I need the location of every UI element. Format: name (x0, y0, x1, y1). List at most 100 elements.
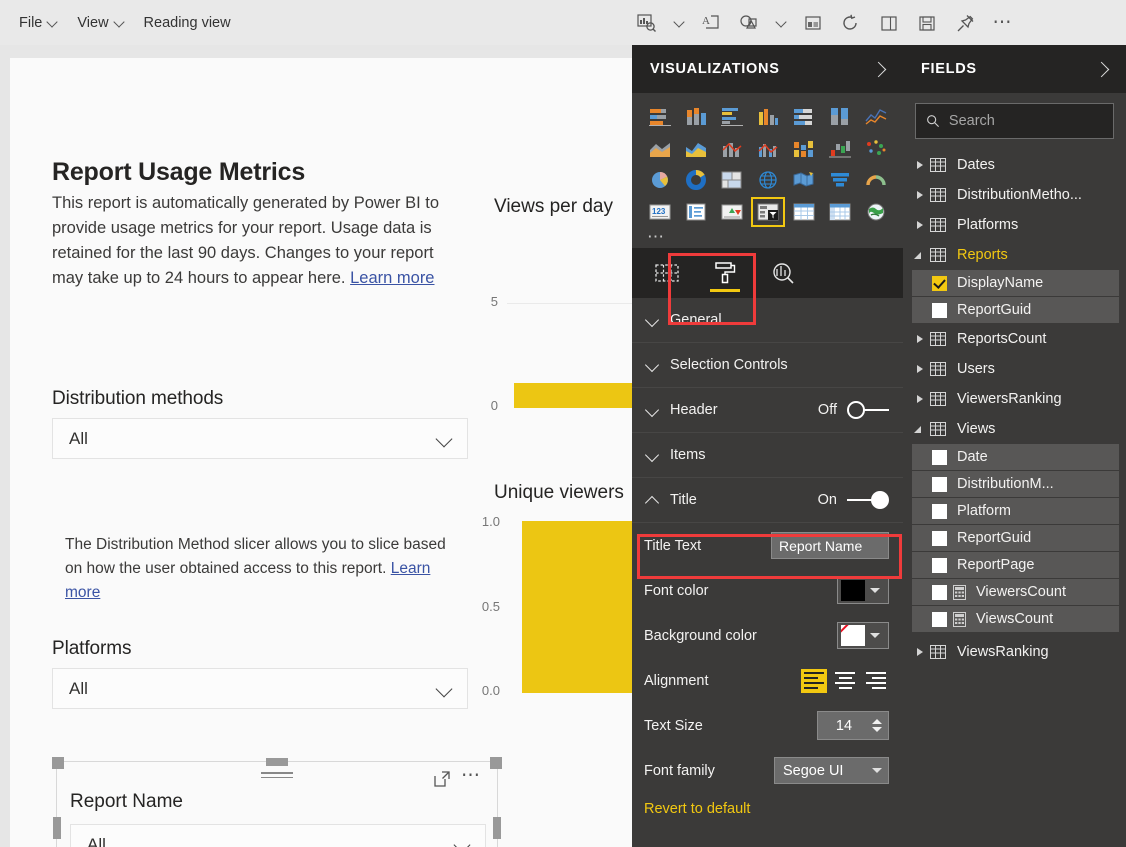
menu-file[interactable]: File (10, 10, 66, 36)
stepper-down-icon[interactable] (872, 727, 882, 732)
area-chart-icon[interactable] (643, 133, 677, 163)
clustered-column-chart-icon[interactable] (751, 101, 785, 131)
waterfall-chart-icon[interactable] (823, 133, 857, 163)
field-distributionmethod[interactable]: DistributionM... (912, 471, 1119, 497)
stepper-up-icon[interactable] (872, 719, 882, 724)
field-viewerscount-checkbox[interactable] (932, 584, 947, 600)
treemap-icon[interactable] (715, 165, 749, 195)
more-options-button[interactable]: ⋯ (984, 5, 1022, 41)
format-tab[interactable] (704, 252, 746, 294)
visual-more-options-button[interactable]: ⋯ (461, 766, 483, 787)
report-name-slicer-visual[interactable]: ⋯ Report Name All (52, 757, 502, 847)
learn-more-link[interactable]: Learn more (350, 269, 434, 287)
donut-chart-icon[interactable] (679, 165, 713, 195)
resize-handle-top[interactable] (266, 758, 288, 766)
search-box[interactable] (915, 103, 1114, 139)
pin-button[interactable] (946, 5, 984, 41)
100-percent-stacked-column-chart-icon[interactable] (823, 101, 857, 131)
field-reportpage-checkbox[interactable] (932, 557, 947, 573)
field-platform-checkbox[interactable] (932, 503, 947, 519)
arcgis-map-icon[interactable] (859, 197, 893, 227)
align-center-button[interactable] (832, 669, 858, 693)
field-reportpage[interactable]: ReportPage (912, 552, 1119, 578)
chevron-right-icon[interactable] (871, 61, 887, 77)
field-reportguid-views[interactable]: ReportGuid (912, 525, 1119, 551)
expand-arrow-icon[interactable] (913, 188, 927, 202)
focus-mode-button[interactable] (433, 770, 451, 788)
format-section-selection-controls[interactable]: Selection Controls (632, 343, 903, 388)
search-input[interactable] (948, 113, 1103, 129)
field-reportguid-reports[interactable]: ReportGuid (912, 297, 1119, 323)
platforms-slicer[interactable]: All (52, 668, 468, 709)
ribbon-chart-icon[interactable] (787, 133, 821, 163)
field-reportguid-views-checkbox[interactable] (932, 530, 947, 546)
menu-view[interactable]: View (68, 10, 132, 36)
analytics-tab[interactable] (762, 252, 804, 294)
field-date-checkbox[interactable] (932, 449, 947, 465)
filled-map-icon[interactable] (787, 165, 821, 195)
scatter-chart-icon[interactable] (859, 133, 893, 163)
format-section-general[interactable]: General (632, 298, 903, 343)
text-size-stepper[interactable]: 14 (817, 711, 889, 740)
field-displayname-checkbox[interactable] (932, 275, 947, 291)
font-color-picker[interactable] (837, 577, 889, 604)
field-viewscount[interactable]: ViewsCount (912, 606, 1119, 632)
collapse-arrow-icon[interactable] (913, 422, 927, 436)
expand-arrow-icon[interactable] (913, 158, 927, 172)
gauge-icon[interactable] (859, 165, 893, 195)
field-distributionmethod-checkbox[interactable] (932, 476, 947, 492)
save-button[interactable] (908, 5, 946, 41)
field-table-viewersranking[interactable]: ViewersRanking (903, 384, 1126, 414)
font-family-select[interactable]: Segoe UI (774, 757, 889, 784)
field-table-reportscount[interactable]: ReportsCount (903, 324, 1126, 354)
clustered-bar-chart-icon[interactable] (715, 101, 749, 131)
format-section-items[interactable]: Items (632, 433, 903, 478)
field-table-users[interactable]: Users (903, 354, 1126, 384)
field-table-views[interactable]: Views (903, 414, 1126, 444)
refresh-button[interactable] (832, 5, 870, 41)
field-viewscount-checkbox[interactable] (932, 611, 947, 627)
page-layout-button[interactable] (794, 5, 832, 41)
field-displayname[interactable]: DisplayName (912, 270, 1119, 296)
shapes-dropdown[interactable] (768, 5, 794, 41)
revert-to-default-link[interactable]: Revert to default (632, 793, 903, 817)
header-toggle[interactable] (847, 401, 889, 419)
field-platform[interactable]: Platform (912, 498, 1119, 524)
chevron-right-icon[interactable] (1094, 61, 1110, 77)
expand-arrow-icon[interactable] (913, 645, 927, 659)
field-date[interactable]: Date (912, 444, 1119, 470)
card-icon[interactable]: 123 (643, 197, 677, 227)
expand-arrow-icon[interactable] (913, 218, 927, 232)
title-text-input[interactable]: Report Name (771, 532, 889, 559)
resize-handle-right[interactable] (493, 817, 501, 839)
align-right-button[interactable] (863, 669, 889, 693)
background-color-picker[interactable] (837, 622, 889, 649)
expand-arrow-icon[interactable] (913, 362, 927, 376)
field-table-viewsranking[interactable]: ViewsRanking (903, 637, 1126, 667)
kpi-icon[interactable] (715, 197, 749, 227)
edit-report-dropdown[interactable] (666, 5, 692, 41)
field-table-platforms[interactable]: Platforms (903, 210, 1126, 240)
align-left-button[interactable] (801, 668, 827, 693)
stacked-bar-chart-icon[interactable] (643, 101, 677, 131)
drag-handle-icon[interactable] (261, 772, 293, 780)
bar-unique-viewers[interactable] (522, 521, 638, 693)
expand-arrow-icon[interactable] (913, 392, 927, 406)
resize-handle-top-right[interactable] (490, 757, 502, 769)
table-icon[interactable] (787, 197, 821, 227)
field-viewerscount[interactable]: ViewersCount (912, 579, 1119, 605)
matrix-icon[interactable] (823, 197, 857, 227)
collapse-arrow-icon[interactable] (913, 248, 927, 262)
field-table-dates[interactable]: Dates (903, 150, 1126, 180)
menu-reading-view[interactable]: Reading view (135, 10, 240, 36)
line-and-clustered-column-chart-icon[interactable] (751, 133, 785, 163)
field-table-reports[interactable]: Reports (903, 240, 1126, 270)
funnel-chart-icon[interactable] (823, 165, 857, 195)
shapes-button[interactable] (730, 5, 768, 41)
resize-handle-top-left[interactable] (52, 757, 64, 769)
distribution-methods-slicer[interactable]: All (52, 418, 468, 459)
multi-row-card-icon[interactable] (679, 197, 713, 227)
title-toggle[interactable] (847, 491, 889, 509)
format-section-title[interactable]: Title On (632, 478, 903, 523)
map-icon[interactable] (751, 165, 785, 195)
